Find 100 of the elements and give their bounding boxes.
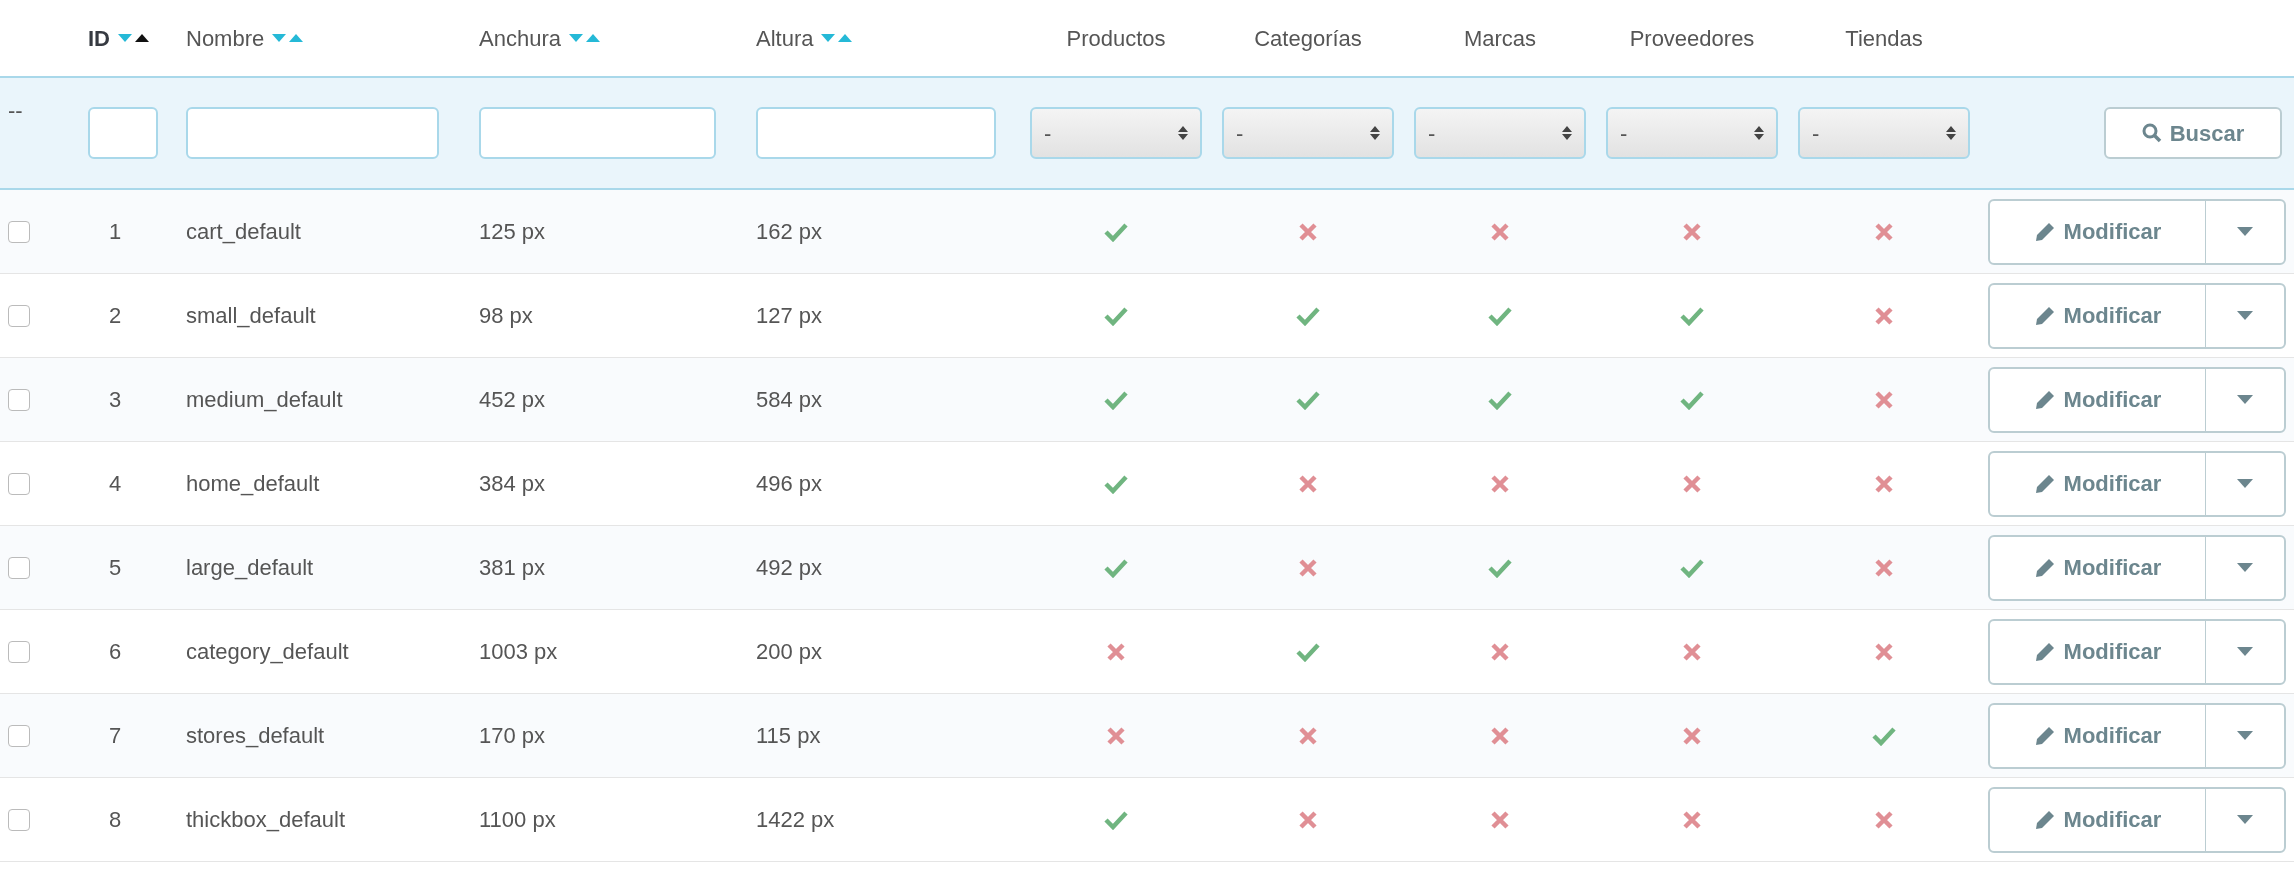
cross-icon bbox=[1299, 726, 1317, 745]
check-icon bbox=[1680, 557, 1704, 578]
check-icon bbox=[1104, 305, 1128, 326]
column-header: ID bbox=[88, 24, 110, 53]
check-icon bbox=[1104, 809, 1128, 830]
row-checkbox[interactable] bbox=[8, 640, 30, 663]
cross-icon bbox=[1299, 222, 1317, 241]
updown-icon bbox=[1754, 125, 1764, 141]
column-header: Marcas bbox=[1463, 24, 1537, 53]
filter-input[interactable] bbox=[756, 107, 996, 159]
cross-icon bbox=[1107, 726, 1125, 745]
width-cell: 1100 px bbox=[479, 807, 556, 832]
cross-icon bbox=[1683, 726, 1701, 745]
cross-icon bbox=[1875, 474, 1893, 493]
column-header: Tiendas bbox=[1845, 24, 1923, 53]
cross-icon bbox=[1491, 726, 1509, 745]
check-icon bbox=[1104, 557, 1128, 578]
caret-icon bbox=[2237, 731, 2253, 740]
height-cell: 162 px bbox=[756, 219, 823, 244]
pencil-icon bbox=[2033, 808, 2056, 831]
filter-input[interactable] bbox=[186, 107, 439, 159]
name-cell: stores_default bbox=[186, 723, 325, 748]
row-checkbox[interactable] bbox=[8, 556, 30, 579]
height-cell: 1422 px bbox=[756, 807, 835, 832]
cross-icon bbox=[1491, 222, 1509, 241]
name-cell: small_default bbox=[186, 303, 316, 328]
height-cell: 496 px bbox=[756, 471, 823, 496]
sort-down-icon[interactable] bbox=[272, 34, 287, 42]
filter-input[interactable] bbox=[479, 107, 716, 159]
filter-select[interactable]: - bbox=[1606, 107, 1778, 159]
filter-select[interactable]: - bbox=[1798, 107, 1970, 159]
cross-icon bbox=[1875, 306, 1893, 325]
cross-icon bbox=[1683, 222, 1701, 241]
caret-icon bbox=[2237, 647, 2253, 656]
check-icon bbox=[1296, 389, 1320, 410]
check-icon bbox=[1104, 221, 1128, 242]
check-icon bbox=[1488, 557, 1512, 578]
row-checkbox[interactable] bbox=[8, 724, 30, 747]
width-cell: 125 px bbox=[479, 219, 546, 244]
cross-icon bbox=[1107, 642, 1125, 661]
sort-up-icon[interactable] bbox=[135, 34, 149, 42]
cross-icon bbox=[1299, 474, 1317, 493]
height-cell: 115 px bbox=[756, 723, 821, 748]
check-icon bbox=[1488, 305, 1512, 326]
updown-icon bbox=[1946, 125, 1956, 141]
check-icon bbox=[1104, 389, 1128, 410]
name-cell: thickbox_default bbox=[186, 807, 345, 832]
width-cell: 170 px bbox=[479, 723, 546, 748]
name-cell: large_default bbox=[186, 555, 314, 580]
sort-down-icon[interactable] bbox=[568, 34, 583, 42]
row-checkbox[interactable] bbox=[8, 808, 30, 831]
pencil-icon bbox=[2033, 556, 2056, 579]
id-cell-text: 7 bbox=[108, 722, 122, 750]
width-cell: 1003 px bbox=[479, 639, 558, 664]
cross-icon bbox=[1875, 558, 1893, 577]
column-header: Nombre bbox=[186, 24, 265, 53]
caret-icon bbox=[2237, 395, 2253, 404]
column-header: Altura bbox=[756, 24, 814, 53]
column-header: Productos bbox=[1066, 24, 1166, 53]
cross-icon bbox=[1683, 474, 1701, 493]
cross-icon bbox=[1875, 390, 1893, 409]
filter-input[interactable] bbox=[88, 107, 158, 159]
search-button[interactable]: Buscar bbox=[2104, 107, 2282, 159]
row-checkbox[interactable] bbox=[8, 220, 30, 243]
height-cell: 200 px bbox=[756, 639, 823, 664]
cross-icon bbox=[1299, 810, 1317, 829]
sort-down-icon[interactable] bbox=[821, 34, 836, 42]
name-cell: medium_default bbox=[186, 387, 343, 412]
filter-select[interactable]: - bbox=[1030, 107, 1202, 159]
bulk-label: -- bbox=[7, 97, 24, 125]
height-cell: 584 px bbox=[756, 387, 823, 412]
caret-icon bbox=[2237, 815, 2253, 824]
cross-icon bbox=[1875, 222, 1893, 241]
updown-icon bbox=[1178, 125, 1188, 141]
row-checkbox[interactable] bbox=[8, 304, 30, 327]
id-cell-text: 5 bbox=[108, 554, 122, 582]
filter-select[interactable]: - bbox=[1414, 107, 1586, 159]
updown-icon bbox=[1562, 125, 1572, 141]
pencil-icon bbox=[2033, 388, 2056, 411]
check-icon bbox=[1872, 725, 1896, 746]
updown-icon bbox=[1370, 125, 1380, 141]
caret-icon bbox=[2237, 563, 2253, 572]
cross-icon bbox=[1683, 642, 1701, 661]
check-icon bbox=[1488, 389, 1512, 410]
filter-select[interactable]: - bbox=[1222, 107, 1394, 159]
column-header: Proveedores bbox=[1629, 24, 1755, 53]
cross-icon bbox=[1299, 558, 1317, 577]
id-cell-text: 2 bbox=[108, 302, 122, 330]
cross-icon bbox=[1683, 810, 1701, 829]
row-checkbox[interactable] bbox=[8, 388, 30, 411]
width-cell: 381 px bbox=[479, 555, 546, 580]
caret-icon bbox=[2237, 311, 2253, 320]
id-cell-text: 6 bbox=[108, 638, 122, 666]
column-header: Anchura bbox=[479, 24, 561, 53]
cross-icon bbox=[1875, 642, 1893, 661]
row-checkbox[interactable] bbox=[8, 472, 30, 495]
cross-icon bbox=[1491, 642, 1509, 661]
check-icon bbox=[1104, 473, 1128, 494]
name-cell: home_default bbox=[186, 471, 320, 496]
cross-icon bbox=[1875, 810, 1893, 829]
